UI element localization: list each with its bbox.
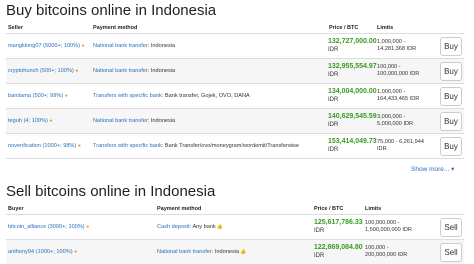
seller-link[interactable]: banitama (8, 93, 31, 99)
limit-max: 164,433,465 IDR (377, 96, 420, 102)
payment-method-link[interactable]: Cash deposit (157, 224, 190, 230)
table-row: novenfication (1000+; 98%) ● Transfers w… (6, 134, 464, 158)
table-row: teguh (4; 100%) ● National bank transfer… (6, 109, 464, 133)
price-currency: IDR (328, 147, 339, 153)
price-value: 132,727,000.00 (328, 38, 377, 45)
payment-method-link[interactable]: National bank transfer (157, 249, 212, 255)
thumbs-up-icon: 👍 (216, 224, 224, 230)
price-value: 140,629,545.59 (328, 113, 377, 120)
table-row: anthony94 (1000+; 100%) ● National bank … (6, 240, 464, 264)
dot-badge-icon: ● (64, 93, 68, 99)
price-currency: IDR (328, 72, 339, 78)
seller-stats: (500+; 100%) (40, 68, 74, 74)
buyer-stats: (1000+; 100%) (35, 249, 73, 255)
buy-header-method: Payment method (93, 25, 138, 31)
sell-section-title: Sell bitcoins online in Indonesia (6, 183, 216, 200)
limit-max: 100,000,000 IDR (377, 71, 420, 77)
payment-method-link[interactable]: Transfers with specific bank (93, 93, 162, 99)
price-currency: IDR (314, 253, 325, 259)
payment-method-link[interactable]: National bank transfer (93, 118, 148, 124)
price-currency: IDR (328, 97, 339, 103)
payment-method-detail: : Indonesia (147, 43, 176, 49)
limit-max: 1,500,000,000 IDR (365, 227, 412, 233)
sell-button[interactable]: Sell (440, 243, 462, 262)
dot-badge-icon: ● (81, 43, 85, 49)
payment-method-detail: : Indonesia (147, 68, 176, 74)
buyer-link[interactable]: bitcoin_alliance (8, 224, 46, 230)
buyer-stats: (3000+; 100%) (47, 224, 85, 230)
payment-method-detail: : Indonesia (211, 249, 240, 255)
price-value: 125,617,786.33 (314, 219, 363, 226)
price-value: 134,004,000.00 (328, 88, 377, 95)
price-currency: IDR (314, 228, 325, 234)
limit-min: 100,000 - (365, 245, 389, 251)
limit-max: IDR (377, 146, 387, 152)
payment-method-detail: : Bank transfer, Gojek, OVO, DANA (161, 93, 250, 99)
dot-badge-icon: ● (74, 249, 78, 255)
buy-button[interactable]: Buy (440, 87, 462, 106)
buy-header-limits: Limits (377, 25, 394, 31)
limit-max: 200,000,000 IDR (365, 252, 408, 258)
buy-header-seller: Seller (8, 25, 23, 31)
table-row: cryptohunch (500+; 100%) ● National bank… (6, 59, 464, 83)
dot-badge-icon: ● (86, 224, 90, 230)
price-currency: IDR (328, 122, 339, 128)
limit-min: 3,000,000 - (377, 114, 406, 120)
limit-min: 1,000,000 - (377, 39, 406, 45)
payment-method-detail: : Any bank (189, 224, 216, 230)
show-more-link[interactable]: Show more... ▾ (411, 165, 454, 173)
seller-link[interactable]: teguh (8, 118, 22, 124)
payment-method-link[interactable]: National bank transfer (93, 43, 148, 49)
buy-button[interactable]: Buy (440, 137, 462, 156)
seller-link[interactable]: cryptohunch (8, 68, 38, 74)
sell-header-buyer: Buyer (8, 206, 24, 212)
seller-link[interactable]: novenfication (8, 143, 41, 149)
table-row: mangklong07 (5000+; 100%) ● National ban… (6, 34, 464, 58)
price-currency: IDR (328, 47, 339, 53)
limit-max: 14,281,368 IDR (377, 46, 417, 52)
limit-min: 100,000,000 - (365, 220, 400, 226)
price-value: 132,955,554.97 (328, 63, 377, 70)
price-value: 153,414,049.73 (328, 138, 377, 145)
buy-header-price: Price / BTC (329, 25, 359, 31)
sell-header-limits: Limits (365, 206, 382, 212)
seller-stats: (500+; 99%) (32, 93, 64, 99)
dot-badge-icon: ● (77, 143, 81, 149)
seller-link[interactable]: mangklong07 (8, 43, 42, 49)
payment-method-detail: : Bank Transfer/ovo/moneygram/wordemit/T… (161, 143, 300, 149)
seller-stats: (1000+; 98%) (42, 143, 77, 149)
buy-button[interactable]: Buy (440, 112, 462, 131)
seller-stats: (5000+; 100%) (43, 43, 81, 49)
limit-min: 1,000,000 - (377, 89, 406, 95)
dot-badge-icon: ● (49, 118, 53, 124)
limit-max: 5,000,000 IDR (377, 121, 414, 127)
sell-header-price: Price / BTC (314, 206, 344, 212)
seller-stats: (4; 100%) (23, 118, 48, 124)
buy-button[interactable]: Buy (440, 37, 462, 56)
limit-min: 100,000 - (377, 64, 401, 70)
limit-min: 75,000 - 6,261,944 (377, 139, 424, 145)
buyer-link[interactable]: anthony94 (8, 249, 34, 255)
buy-section-title: Buy bitcoins online in Indonesia (6, 2, 217, 19)
table-row: bitcoin_alliance (3000+; 100%) ● Cash de… (6, 215, 464, 239)
buy-button[interactable]: Buy (440, 62, 462, 81)
payment-method-detail: : Indonesia (147, 118, 176, 124)
dot-badge-icon: ● (75, 68, 79, 74)
table-row: banitama (500+; 99%) ● Transfers with sp… (6, 84, 464, 108)
sell-header-method: Payment method (157, 206, 202, 212)
sell-button[interactable]: Sell (440, 218, 462, 237)
thumbs-up-icon: 👍 (240, 249, 247, 255)
payment-method-link[interactable]: National bank transfer (93, 68, 148, 74)
price-value: 122,869,084.80 (314, 244, 363, 251)
payment-method-link[interactable]: Transfers with specific bank (93, 143, 162, 149)
